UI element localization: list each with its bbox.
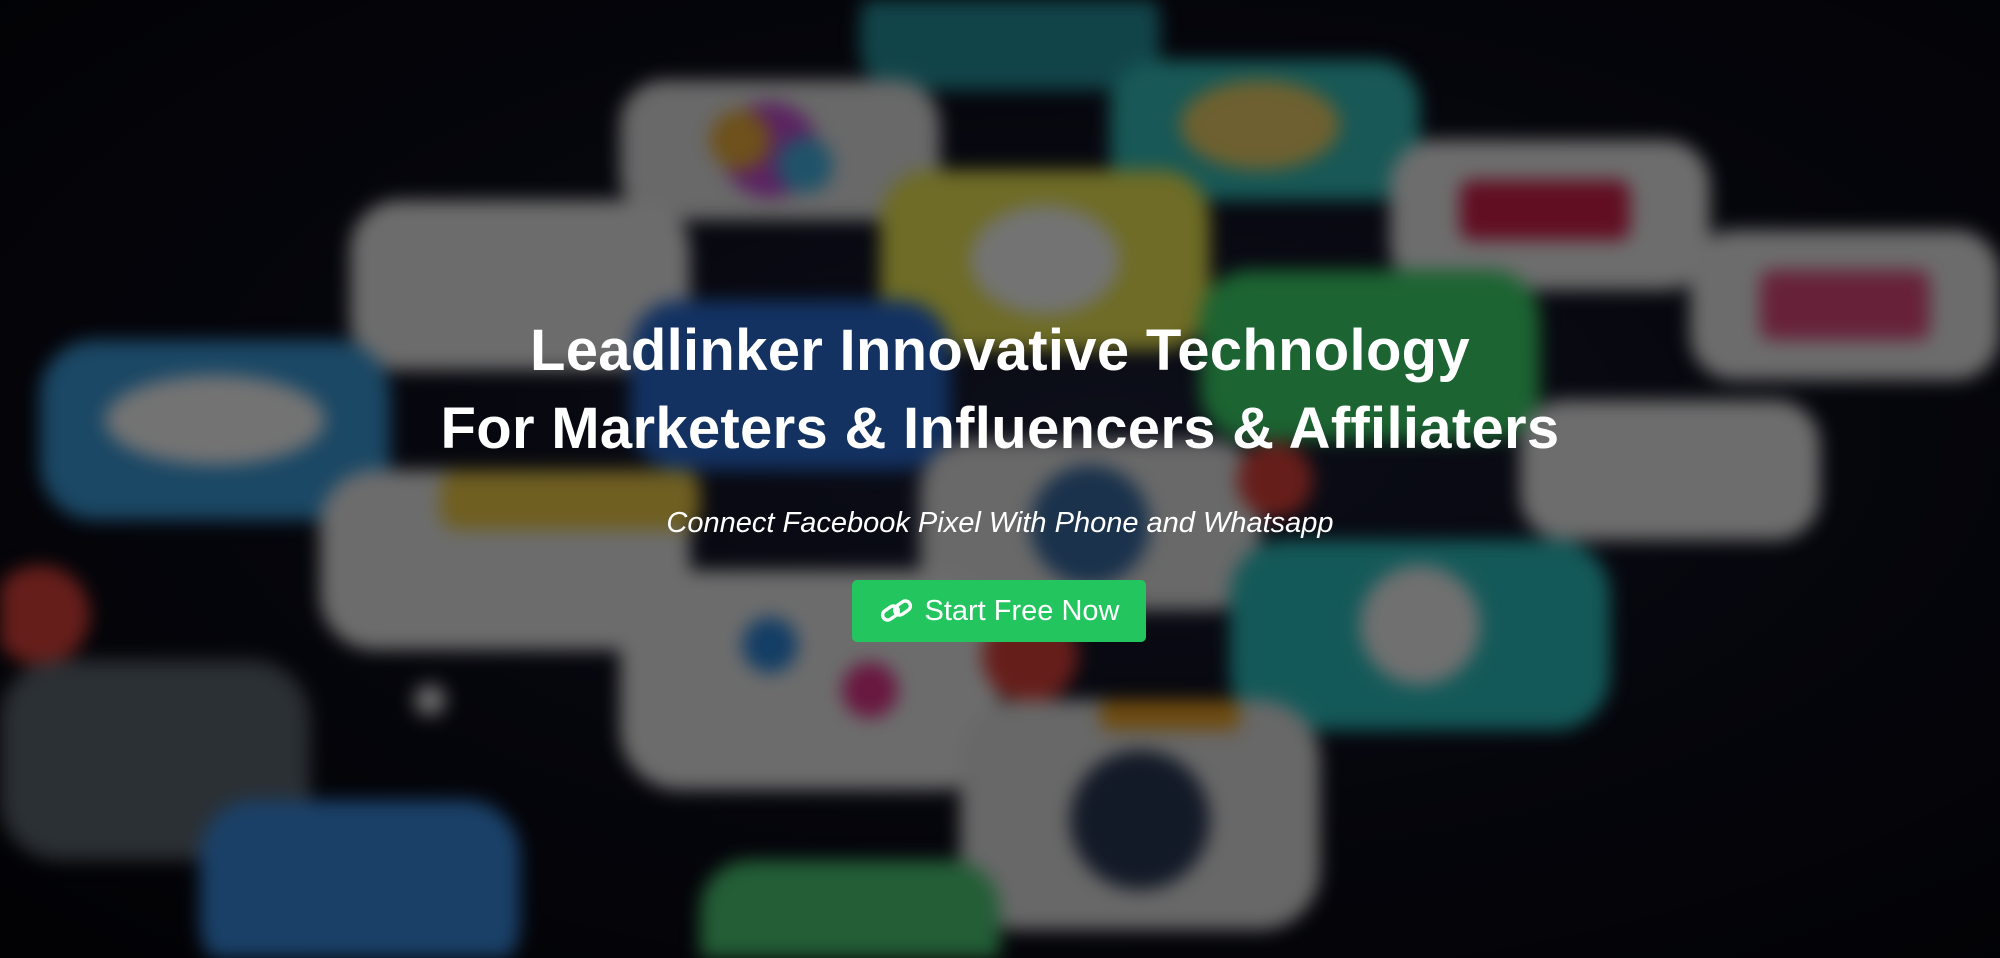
hero-section: Leadlinker Innovative Technology For Mar…	[0, 0, 2000, 958]
start-free-now-label: Start Free Now	[924, 594, 1120, 627]
hero-subheadline: Connect Facebook Pixel With Phone and Wh…	[666, 507, 1334, 539]
hero-headline: Leadlinker Innovative Technology For Mar…	[0, 312, 2000, 468]
hero-content: Leadlinker Innovative Technology For Mar…	[0, 0, 2000, 958]
link-icon	[879, 596, 915, 626]
start-free-now-button[interactable]: Start Free Now	[852, 580, 1146, 642]
headline-line-1: Leadlinker Innovative Technology	[530, 318, 1470, 383]
headline-line-2: For Marketers & Influencers & Affiliater…	[440, 396, 1560, 461]
